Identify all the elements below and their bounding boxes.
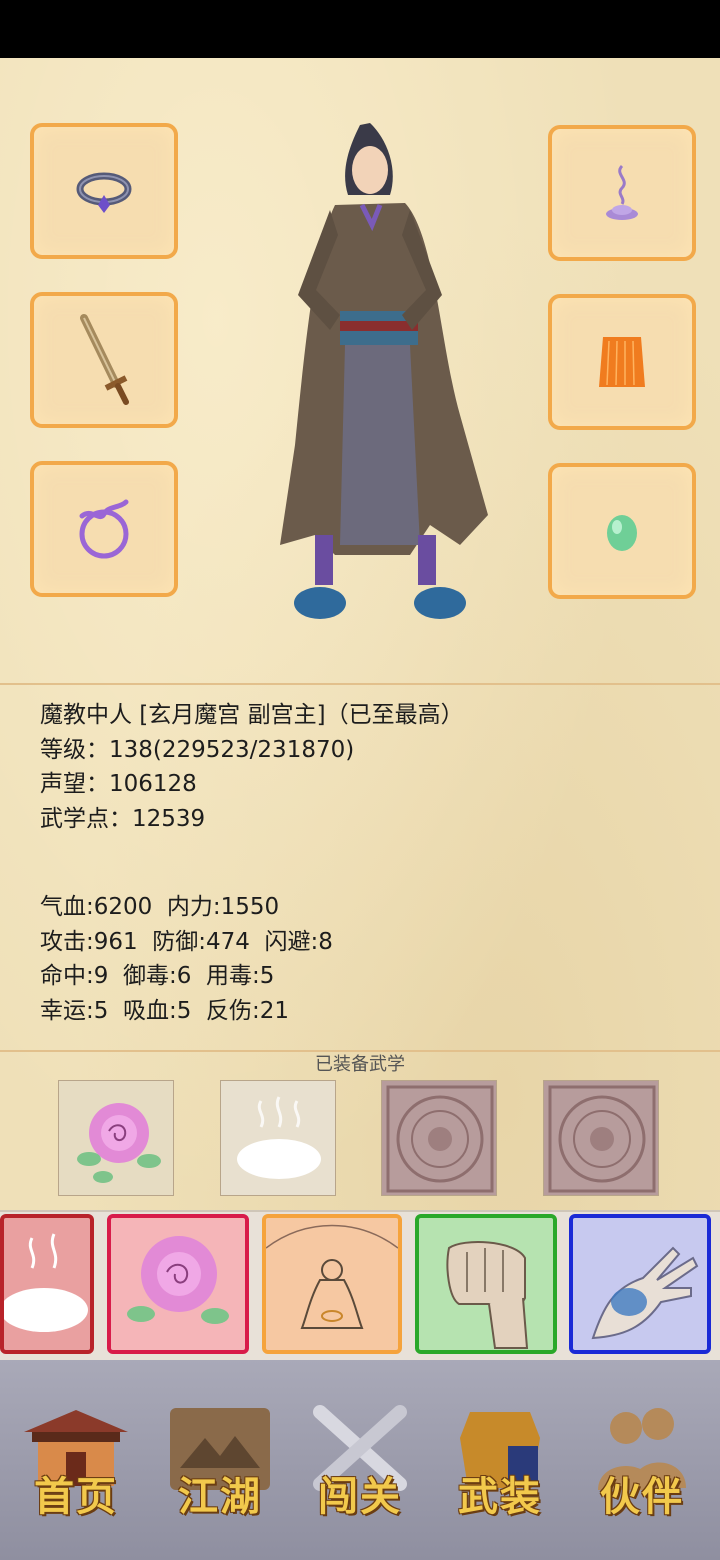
section-divider [0, 683, 720, 685]
skill-card-cloud[interactable] [0, 1214, 94, 1354]
nav-home-label: 首页 [34, 1473, 118, 1520]
sword-icon [80, 314, 129, 405]
jade-icon [607, 515, 637, 551]
status-bar [0, 0, 720, 58]
stats-line-1: 气血:6200 内力:1550 [40, 894, 280, 920]
nav-home[interactable]: 首页 [16, 1398, 136, 1528]
martial-slot-cloud[interactable] [220, 1080, 336, 1196]
stats-line-2: 攻击:961 防御:474 闪避:8 [40, 928, 333, 955]
character-portrait [280, 123, 488, 619]
equipped-martial-title: 已装备武学 [315, 1054, 405, 1075]
nav-jianghu-label: 江湖 [178, 1473, 262, 1520]
meditation-icon [266, 1224, 398, 1329]
equip-slot-incense[interactable] [548, 125, 696, 261]
equip-slot-accessory[interactable] [30, 461, 178, 597]
stats-line-4: 幸运:5 吸血:5 反伤:21 [40, 997, 290, 1024]
character-reputation: 声望：106128 [40, 771, 197, 797]
equip-slot-jade[interactable] [548, 463, 696, 599]
nav-challenge-label: 闯关 [318, 1473, 402, 1520]
robe-icon [599, 337, 645, 387]
equip-slot-ring[interactable] [30, 123, 178, 259]
nav-partner[interactable]: 伙伴 [582, 1398, 702, 1528]
cloud-icon [237, 1096, 321, 1179]
character-stats: 气血:6200 内力:1550 攻击:961 防御:474 闪避:8 命中:9 … [40, 890, 333, 1028]
incense-icon [606, 164, 638, 220]
nav-jianghu[interactable]: 江湖 [160, 1398, 280, 1528]
nav-gear-label: 武装 [458, 1473, 542, 1520]
nav-challenge[interactable]: 闯关 [300, 1398, 420, 1528]
lock-seal-icon [386, 1085, 494, 1193]
character-title: 魔教中人 [玄月魔宫 副宫主]（已至最高） [40, 702, 464, 728]
equip-slot-armor[interactable] [548, 294, 696, 430]
skill-card-palm[interactable] [569, 1214, 711, 1354]
palm-icon [591, 1246, 699, 1340]
stats-line-3: 命中:9 御毒:6 用毒:5 [40, 963, 275, 989]
skill-card-rose[interactable] [107, 1214, 249, 1354]
martial-slot-locked-2[interactable] [543, 1080, 659, 1196]
cloud-skill-icon [4, 1233, 88, 1332]
cord-icon [79, 499, 129, 559]
character-level: 等级：138(229523/231870) [40, 736, 355, 763]
lock-seal-icon [548, 1085, 656, 1193]
martial-slot-locked-1[interactable] [381, 1080, 497, 1196]
ring-icon [76, 172, 132, 213]
martial-slot-rose[interactable] [58, 1080, 174, 1196]
nav-gear[interactable]: 武装 [440, 1398, 560, 1528]
skill-card-meditation[interactable] [262, 1214, 402, 1354]
fist-icon [446, 1241, 529, 1349]
character-info: 魔教中人 [玄月魔宫 副宫主]（已至最高） 等级：138(229523/2318… [40, 698, 464, 836]
character-martial-points: 武学点：12539 [40, 805, 206, 832]
rose-skill-icon [127, 1236, 229, 1324]
equip-slot-weapon[interactable] [30, 292, 178, 428]
nav-partner-label: 伙伴 [600, 1473, 684, 1520]
rose-icon [77, 1103, 161, 1183]
skill-card-fist[interactable] [415, 1214, 557, 1354]
